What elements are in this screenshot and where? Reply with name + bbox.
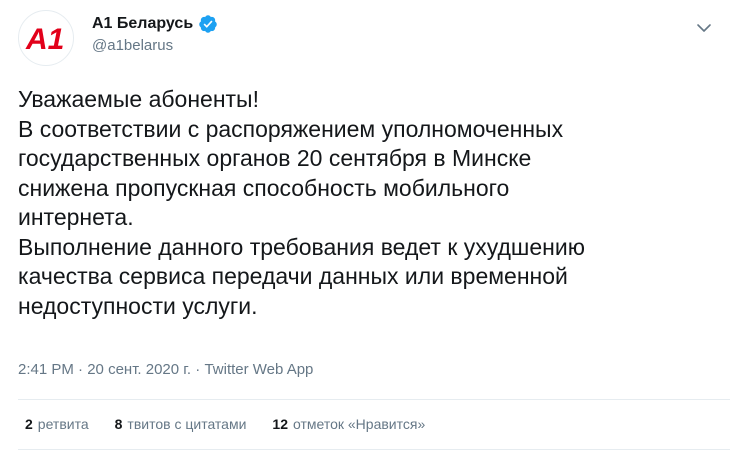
- a1-logo-letter: A1: [25, 23, 64, 55]
- tweet-time[interactable]: 2:41 PM: [18, 361, 74, 378]
- a1-logo-icon: A1: [25, 23, 64, 55]
- tweet-text-line: Уважаемые абоненты!: [18, 86, 259, 112]
- tweet-text-line: качества сервиса передачи данных или вре…: [18, 263, 568, 289]
- quotes-count: 8: [114, 416, 123, 432]
- quotes-stat[interactable]: 8 твитов с цитатами: [115, 416, 247, 432]
- tweet-text-line: интернета.: [18, 204, 134, 230]
- likes-count: 12: [272, 416, 288, 432]
- more-options-button[interactable]: [692, 16, 716, 40]
- tweet-source[interactable]: Twitter Web App: [204, 361, 313, 378]
- display-name[interactable]: А1 Беларусь: [92, 15, 193, 33]
- quotes-label: твитов с цитатами: [127, 416, 247, 432]
- likes-label: отметок «Нравится»: [293, 416, 426, 432]
- tweet-card: A1 А1 Беларусь @a1belarus Уважаемые абон…: [0, 0, 730, 450]
- meta-separator: ·: [78, 361, 84, 378]
- tweet-text-line: государственных органов 20 сентября в Ми…: [18, 145, 532, 171]
- tweet-meta: 2:41 PM · 20 сент. 2020 г. · Twitter Web…: [18, 361, 313, 378]
- divider: [18, 399, 730, 400]
- tweet-text-line: снижена пропускная способность мобильног…: [18, 174, 510, 201]
- tweet-text: Уважаемые абоненты! В соответствии с рас…: [18, 85, 718, 321]
- retweets-stat[interactable]: 2 ретвита: [25, 416, 89, 432]
- tweet-date[interactable]: 20 сент. 2020 г.: [87, 361, 191, 378]
- verified-badge-icon: [198, 14, 218, 34]
- tweet-text-line: недоступности услуги.: [18, 292, 258, 319]
- retweets-label: ретвита: [37, 416, 89, 432]
- display-name-row: А1 Беларусь: [92, 13, 218, 35]
- tweet-text-line: Выполнение данного требования ведет к ух…: [18, 233, 585, 260]
- likes-stat[interactable]: 12 отметок «Нравится»: [272, 416, 425, 432]
- meta-separator: ·: [195, 361, 201, 378]
- tweet-header: А1 Беларусь @a1belarus: [92, 13, 218, 54]
- user-handle[interactable]: @a1belarus: [92, 37, 218, 54]
- avatar[interactable]: A1: [18, 10, 74, 66]
- tweet-stats: 2 ретвита 8 твитов с цитатами 12 отметок «Н…: [25, 416, 425, 432]
- retweets-count: 2: [25, 416, 33, 432]
- tweet-text-line: В соответствии с распоряжением уполномоч…: [18, 115, 564, 142]
- chevron-down-icon: [697, 24, 711, 32]
